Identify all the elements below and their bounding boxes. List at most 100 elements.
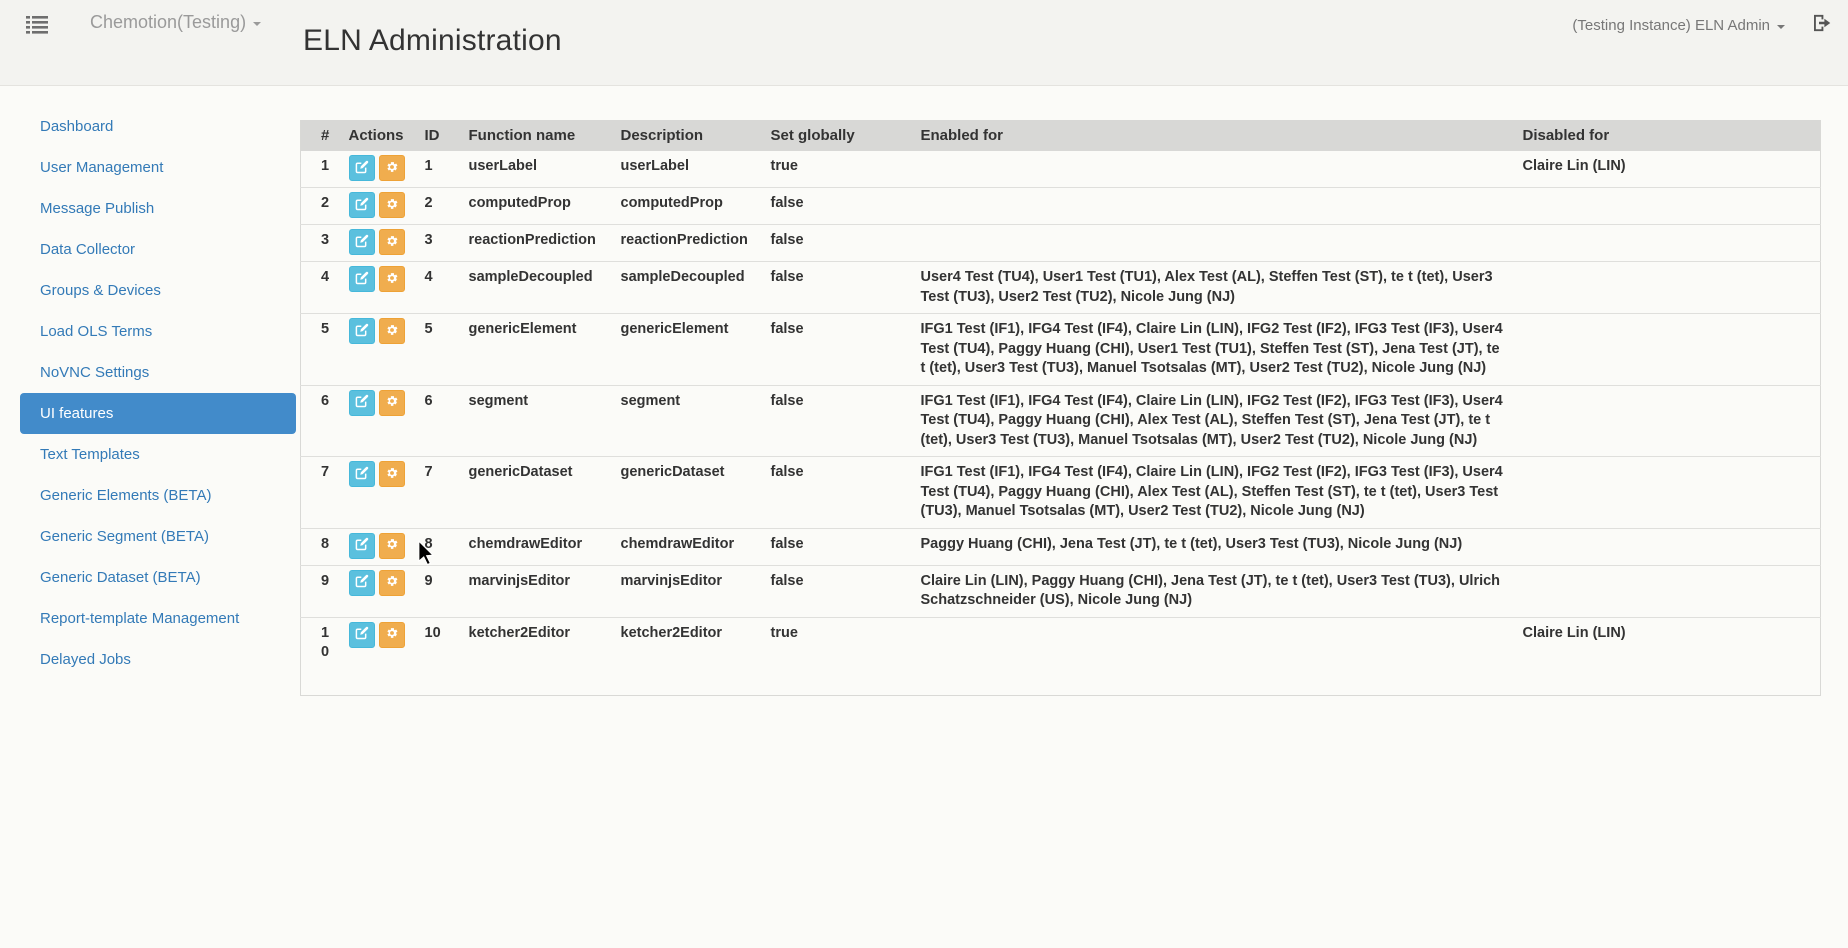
column-header-set-globally: Set globally bbox=[763, 120, 913, 151]
description: userLabel bbox=[613, 151, 763, 188]
sidebar-item-generic-segment-beta[interactable]: Generic Segment (BETA) bbox=[20, 516, 296, 557]
edit-icon bbox=[355, 626, 369, 643]
table-row: 2 bbox=[301, 188, 1821, 225]
edit-icon bbox=[355, 574, 369, 591]
function-name: genericElement bbox=[461, 314, 613, 386]
column-header-disabled-for: Disabled for bbox=[1515, 120, 1821, 151]
sidebar-item-report-template-management[interactable]: Report-template Management bbox=[20, 598, 296, 639]
menu-toggle-button[interactable] bbox=[26, 15, 48, 35]
user-menu-dropdown[interactable]: (Testing Instance) ELN Admin bbox=[1572, 17, 1785, 34]
disabled-for bbox=[1515, 314, 1821, 386]
column-header-: # bbox=[301, 120, 341, 151]
top-navbar: Chemotion(Testing) ELN Administration (T… bbox=[0, 0, 1848, 86]
sidebar-item-data-collector[interactable]: Data Collector bbox=[20, 229, 296, 270]
column-header-enabled-for: Enabled for bbox=[913, 120, 1515, 151]
description: computedProp bbox=[613, 188, 763, 225]
sidebar-item-dashboard[interactable]: Dashboard bbox=[20, 106, 296, 147]
description: genericElement bbox=[613, 314, 763, 386]
function-name: segment bbox=[461, 385, 613, 457]
settings-button[interactable] bbox=[379, 192, 405, 218]
gear-icon bbox=[385, 271, 399, 288]
edit-button[interactable] bbox=[349, 155, 375, 181]
edit-button[interactable] bbox=[349, 570, 375, 596]
settings-button[interactable] bbox=[379, 461, 405, 487]
column-header-description: Description bbox=[613, 120, 763, 151]
logout-button[interactable] bbox=[1811, 13, 1832, 38]
enabled-for: User4 Test (TU4), User1 Test (TU1), Alex… bbox=[913, 262, 1515, 314]
disabled-for: Claire Lin (LIN) bbox=[1515, 617, 1821, 695]
sidebar-item-delayed-jobs[interactable]: Delayed Jobs bbox=[20, 639, 296, 680]
edit-button[interactable] bbox=[349, 461, 375, 487]
edit-icon bbox=[355, 466, 369, 483]
settings-button[interactable] bbox=[379, 533, 405, 559]
user-menu-label: (Testing Instance) ELN Admin bbox=[1572, 17, 1770, 34]
edit-icon bbox=[355, 234, 369, 251]
settings-button[interactable] bbox=[379, 266, 405, 292]
table-row: 9 bbox=[301, 565, 1821, 617]
settings-button[interactable] bbox=[379, 570, 405, 596]
function-name: reactionPrediction bbox=[461, 225, 613, 262]
edit-button[interactable] bbox=[349, 622, 375, 648]
row-number: 6 bbox=[301, 385, 341, 457]
table-row: 7 bbox=[301, 457, 1821, 529]
row-number: 7 bbox=[301, 457, 341, 529]
description: chemdrawEditor bbox=[613, 528, 763, 565]
set-globally: false bbox=[763, 225, 913, 262]
sidebar-item-novnc-settings[interactable]: NoVNC Settings bbox=[20, 352, 296, 393]
ui-features-table: #ActionsIDFunction nameDescriptionSet gl… bbox=[300, 120, 1821, 696]
edit-button[interactable] bbox=[349, 266, 375, 292]
settings-button[interactable] bbox=[379, 622, 405, 648]
row-number: 1 bbox=[301, 151, 341, 188]
set-globally: false bbox=[763, 457, 913, 529]
settings-button[interactable] bbox=[379, 155, 405, 181]
disabled-for bbox=[1515, 225, 1821, 262]
disabled-for bbox=[1515, 457, 1821, 529]
brand-dropdown[interactable]: Chemotion(Testing) bbox=[90, 12, 261, 33]
enabled-for bbox=[913, 225, 1515, 262]
edit-button[interactable] bbox=[349, 533, 375, 559]
table-row: 3 bbox=[301, 225, 1821, 262]
sidebar-item-message-publish[interactable]: Message Publish bbox=[20, 188, 296, 229]
row-number: 9 bbox=[301, 565, 341, 617]
edit-button[interactable] bbox=[349, 229, 375, 255]
enabled-for bbox=[913, 617, 1515, 695]
edit-icon bbox=[355, 160, 369, 177]
settings-button[interactable] bbox=[379, 318, 405, 344]
sidebar-item-ui-features[interactable]: UI features bbox=[20, 393, 296, 434]
enabled-for bbox=[913, 188, 1515, 225]
enabled-for: IFG1 Test (IF1), IFG4 Test (IF4), Claire… bbox=[913, 457, 1515, 529]
edit-button[interactable] bbox=[349, 192, 375, 218]
brand-label: Chemotion(Testing) bbox=[90, 12, 246, 33]
enabled-for bbox=[913, 151, 1515, 188]
sidebar-item-generic-elements-beta[interactable]: Generic Elements (BETA) bbox=[20, 475, 296, 516]
set-globally: false bbox=[763, 262, 913, 314]
table-row: 10 bbox=[301, 617, 1821, 695]
edit-button[interactable] bbox=[349, 318, 375, 344]
set-globally: true bbox=[763, 617, 913, 695]
caret-down-icon bbox=[253, 22, 261, 26]
gear-icon bbox=[385, 466, 399, 483]
sidebar-item-groups-devices[interactable]: Groups & Devices bbox=[20, 270, 296, 311]
page-title: ELN Administration bbox=[303, 24, 562, 58]
admin-sidebar: Dashboard User Management Message Publis… bbox=[20, 90, 296, 680]
enabled-for: Claire Lin (LIN), Paggy Huang (CHI), Jen… bbox=[913, 565, 1515, 617]
disabled-for bbox=[1515, 565, 1821, 617]
table-row: 8 bbox=[301, 528, 1821, 565]
gear-icon bbox=[385, 160, 399, 177]
feature-id: 2 bbox=[417, 188, 461, 225]
table-row: 6 bbox=[301, 385, 1821, 457]
sidebar-item-text-templates[interactable]: Text Templates bbox=[20, 434, 296, 475]
disabled-for bbox=[1515, 385, 1821, 457]
sidebar-item-generic-dataset-beta[interactable]: Generic Dataset (BETA) bbox=[20, 557, 296, 598]
column-header-id: ID bbox=[417, 120, 461, 151]
sidebar-item-load-ols-terms[interactable]: Load OLS Terms bbox=[20, 311, 296, 352]
row-number: 5 bbox=[301, 314, 341, 386]
feature-id: 3 bbox=[417, 225, 461, 262]
settings-button[interactable] bbox=[379, 229, 405, 255]
set-globally: false bbox=[763, 528, 913, 565]
edit-button[interactable] bbox=[349, 390, 375, 416]
table-row: 4 bbox=[301, 262, 1821, 314]
disabled-for: Claire Lin (LIN) bbox=[1515, 151, 1821, 188]
settings-button[interactable] bbox=[379, 390, 405, 416]
sidebar-item-user-management[interactable]: User Management bbox=[20, 147, 296, 188]
